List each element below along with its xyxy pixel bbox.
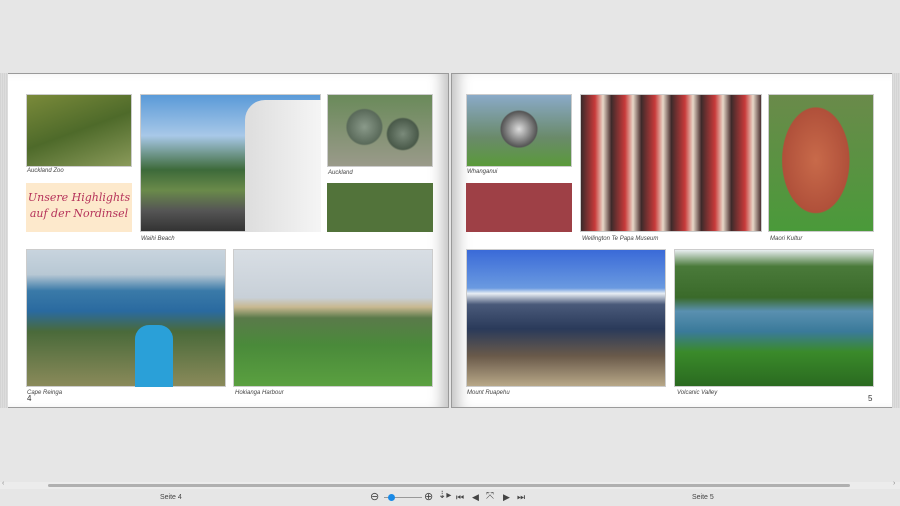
zoom-out-icon[interactable]: ⊖ (370, 490, 379, 503)
first-page-icon[interactable]: ⏮ (456, 492, 464, 503)
zoom-in-icon[interactable]: ⊕ (424, 490, 433, 503)
scroll-right-arrow[interactable]: › (893, 480, 895, 487)
previous-page-icon[interactable]: ◀ (472, 492, 479, 503)
red-color-box[interactable] (466, 183, 572, 232)
camper-van (245, 100, 321, 232)
photo-maori-kultur[interactable] (768, 94, 874, 232)
page-number-left: 4 (27, 394, 32, 403)
left-page-edge-strip (0, 73, 8, 408)
caption-whanganui: Whanganui (467, 169, 498, 175)
photo-auckland[interactable] (327, 94, 433, 167)
photo-whanganui[interactable] (466, 94, 572, 167)
page-label-right: Seite 5 (692, 494, 714, 501)
caption-auckland: Auckland (328, 170, 353, 176)
caption-hokianga: Hokianga Harbour (235, 390, 284, 396)
photo-wellington-te-papa[interactable] (580, 94, 762, 232)
photo-volcanic-valley[interactable] (674, 249, 874, 387)
caption-volcanic-valley: Volcanic Valley (677, 390, 718, 396)
zoom-slider[interactable] (384, 494, 422, 501)
photo-auckland-zoo[interactable] (26, 94, 132, 167)
scroll-left-arrow[interactable]: ‹ (2, 480, 4, 487)
person-figure (135, 325, 173, 387)
scrollbar-thumb[interactable] (48, 484, 850, 487)
title-line-1: Unsere Highlights (27, 191, 131, 204)
title-line-2: auf der Nordinsel (29, 207, 129, 220)
page-label-left: Seite 4 (160, 494, 182, 501)
green-color-box[interactable] (327, 183, 433, 232)
caption-cape-reinga: Cape Reinga (27, 390, 63, 396)
caption-maori-kultur: Maori Kultur (770, 236, 803, 242)
page-number-right: 5 (868, 394, 873, 403)
photo-cape-reinga[interactable] (26, 249, 226, 387)
caption-auckland-zoo: Auckland Zoo (27, 168, 64, 174)
photo-hokianga-harbour[interactable] (233, 249, 433, 387)
photo-mount-ruapehu[interactable] (466, 249, 666, 387)
horizontal-scrollbar[interactable]: ‹ › (0, 480, 900, 489)
title-text-box[interactable]: Unsere Highlights auf der Nordinsel (26, 183, 132, 232)
caption-mount-ruapehu: Mount Ruapehu (467, 390, 510, 396)
fit-view-icon[interactable]: ⤧ (486, 491, 494, 502)
caption-wellington: Wellington Te Papa Museum (582, 236, 659, 242)
right-page-edge-strip (892, 73, 900, 408)
add-page-icon[interactable]: ⇣▸ (438, 490, 451, 501)
last-page-icon[interactable]: ⏭ (517, 492, 525, 503)
next-page-icon[interactable]: ▶ (503, 492, 510, 503)
caption-waihi-beach: Waihi Beach (141, 236, 175, 242)
zoom-slider-thumb[interactable] (388, 494, 395, 501)
